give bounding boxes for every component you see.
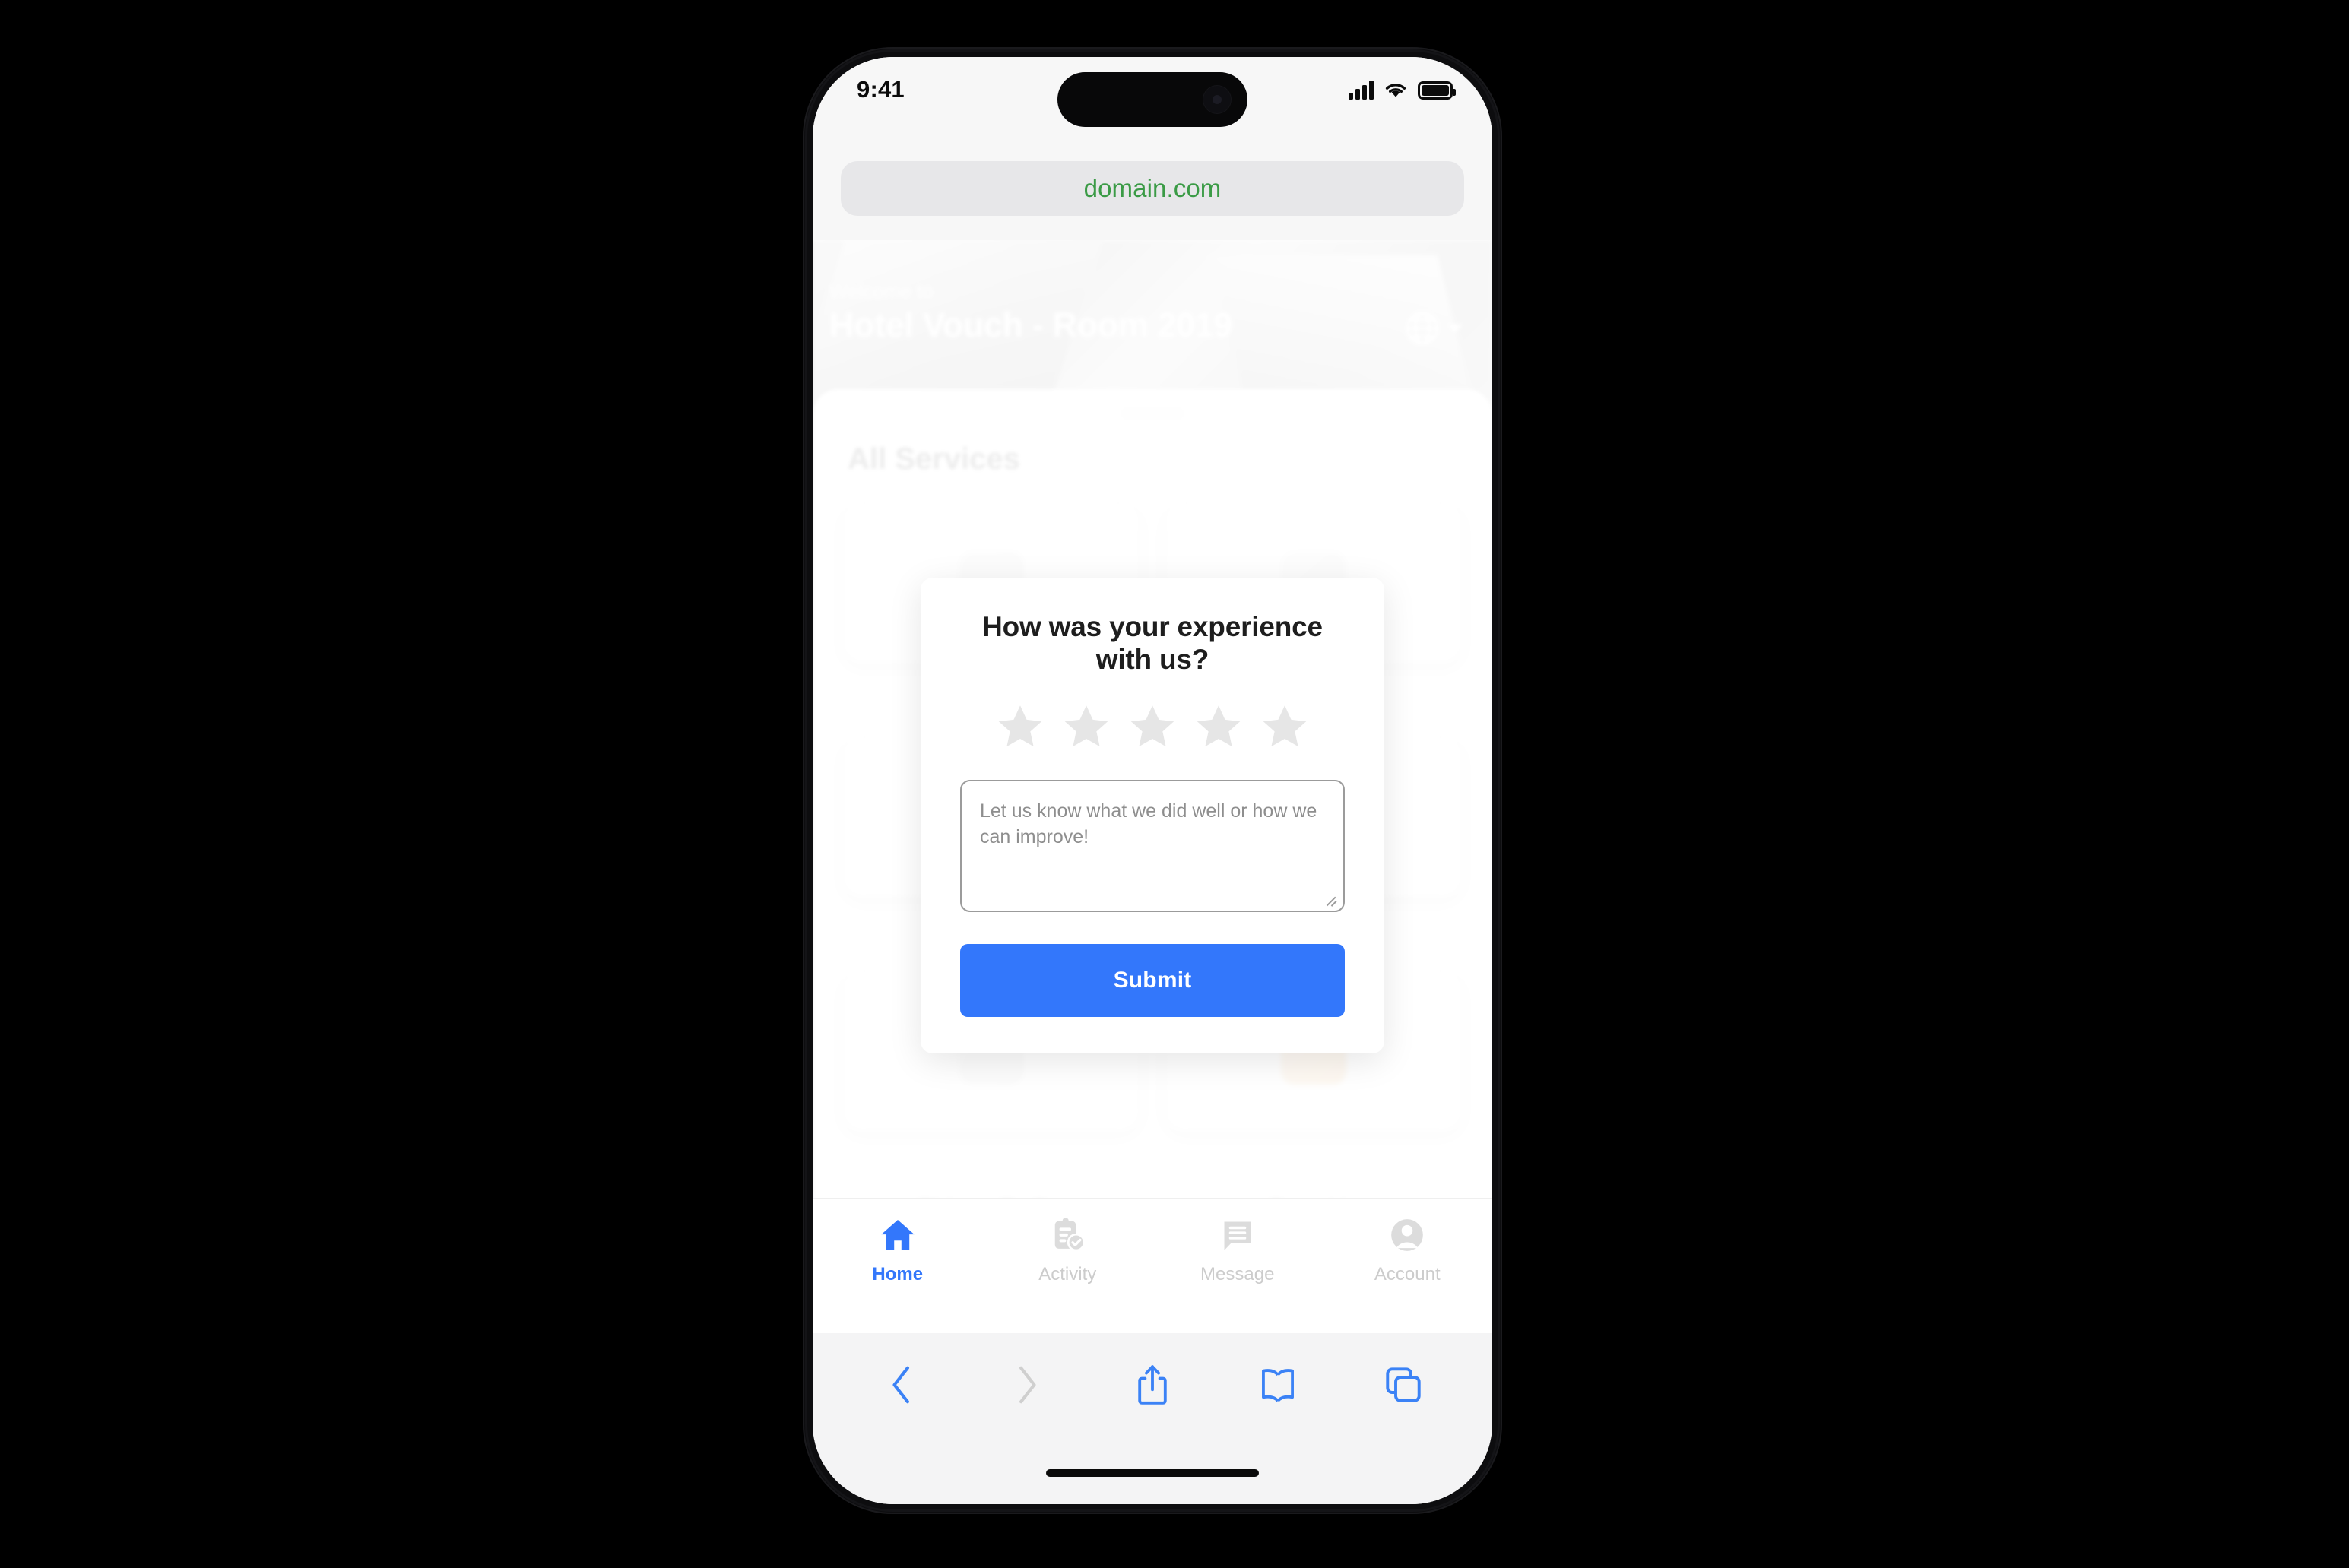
star-icon[interactable] bbox=[995, 702, 1045, 751]
message-bubble-icon bbox=[1224, 1221, 1251, 1250]
screenshot-stage: 9:41 domain.com How was your experience … bbox=[0, 0, 2349, 1568]
nav-item-account[interactable]: Account bbox=[1335, 1216, 1479, 1285]
nav-label-account: Account bbox=[1374, 1264, 1441, 1284]
book-icon bbox=[1262, 1369, 1295, 1402]
battery-icon bbox=[1418, 81, 1456, 100]
web-page-content: Welcome to Hotel Vouch - Room 2019 Al bbox=[813, 240, 1492, 1333]
feedback-textarea[interactable]: Let us know what we did well or how we c… bbox=[960, 779, 1345, 912]
nav-label-activity: Activity bbox=[1038, 1264, 1097, 1284]
feedback-placeholder-text: Let us know what we did well or how we c… bbox=[980, 800, 1317, 847]
status-bar-time: 9:41 bbox=[857, 76, 905, 103]
wifi-icon bbox=[1385, 84, 1406, 97]
dynamic-island bbox=[1057, 72, 1247, 127]
safari-bottom-toolbar bbox=[813, 1333, 1492, 1504]
safari-top-chrome: 9:41 domain.com bbox=[813, 57, 1492, 240]
textarea-resize-handle[interactable] bbox=[1324, 892, 1338, 906]
nav-label-message: Message bbox=[1200, 1264, 1275, 1284]
share-icon bbox=[1138, 1365, 1167, 1405]
submit-button[interactable]: Submit bbox=[960, 943, 1345, 1017]
url-bar-container: domain.com bbox=[813, 136, 1492, 240]
tabs-icon bbox=[1386, 1367, 1422, 1402]
cellular-signal-icon bbox=[1349, 80, 1374, 100]
rating-modal: How was your experience with us? Let us … bbox=[921, 578, 1384, 1053]
home-icon bbox=[881, 1220, 915, 1250]
star-rating-control[interactable] bbox=[960, 702, 1345, 751]
star-icon[interactable] bbox=[1194, 702, 1244, 751]
status-bar-indicators bbox=[1349, 80, 1456, 100]
status-bar: 9:41 bbox=[813, 57, 1492, 136]
account-person-icon bbox=[1391, 1219, 1424, 1251]
nav-label-home: Home bbox=[872, 1264, 924, 1284]
chevron-right-icon bbox=[1019, 1366, 1036, 1404]
chevron-left-icon bbox=[892, 1366, 909, 1404]
browser-forward-button[interactable] bbox=[1003, 1361, 1051, 1409]
browser-share-button[interactable] bbox=[1128, 1361, 1177, 1409]
app-bottom-navigation: Home Activity Message Account bbox=[813, 1198, 1492, 1333]
browser-back-button[interactable] bbox=[877, 1361, 926, 1409]
modal-title: How was your experience with us? bbox=[982, 611, 1323, 675]
nav-item-activity[interactable]: Activity bbox=[995, 1216, 1140, 1285]
clipboard-check-icon bbox=[1055, 1218, 1086, 1252]
star-icon[interactable] bbox=[1260, 702, 1310, 751]
nav-item-message[interactable]: Message bbox=[1165, 1216, 1310, 1285]
browser-tabs-button[interactable] bbox=[1379, 1361, 1428, 1409]
front-camera-icon bbox=[1203, 86, 1231, 113]
star-icon[interactable] bbox=[1127, 702, 1178, 751]
url-text: domain.com bbox=[1083, 173, 1222, 202]
home-indicator[interactable] bbox=[1046, 1469, 1259, 1477]
nav-item-home[interactable]: Home bbox=[826, 1216, 970, 1285]
url-bar[interactable]: domain.com bbox=[841, 160, 1464, 216]
star-icon[interactable] bbox=[1061, 702, 1111, 751]
phone-screen: 9:41 domain.com How was your experience … bbox=[813, 57, 1492, 1504]
browser-bookmarks-button[interactable] bbox=[1254, 1361, 1302, 1409]
